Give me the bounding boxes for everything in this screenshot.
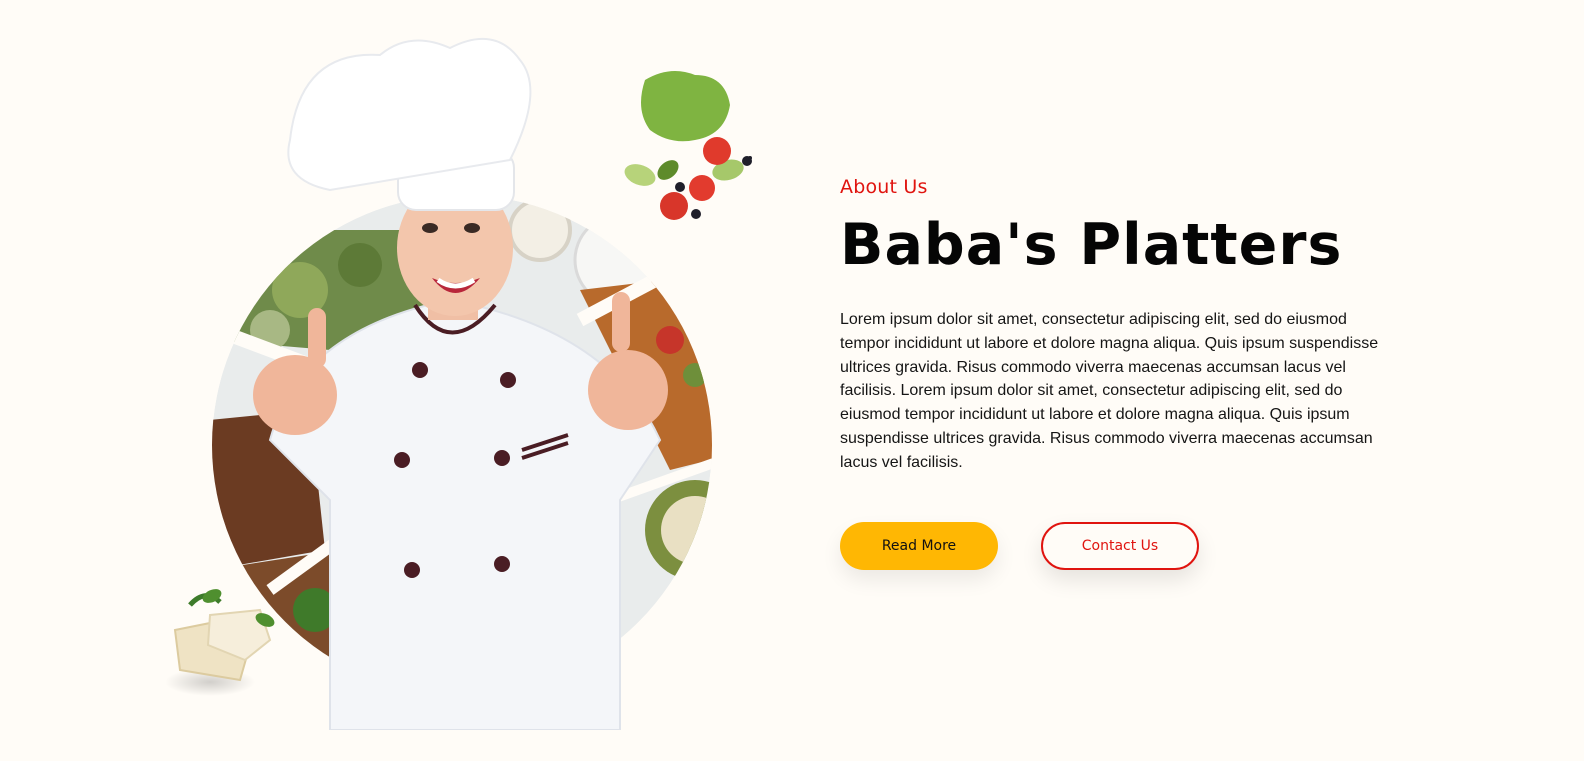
contact-us-label: Contact Us [1081,538,1159,554]
read-more-label: Read More [881,538,957,554]
hero-visual [150,30,790,730]
contact-us-button[interactable]: Contact Us [1041,522,1199,570]
about-content: About Us Baba's Platters Lorem ipsum dol… [840,176,1400,570]
read-more-button[interactable]: Read More [840,522,998,570]
section-title: Baba's Platters [840,212,1343,278]
tofu-decoration [165,589,275,696]
salad-decoration [624,71,752,220]
about-section: About Us Baba's Platters Lorem ipsum dol… [0,0,1584,761]
section-eyebrow: About Us [840,176,928,198]
action-buttons: Read More Contact Us [840,522,1199,570]
about-description: Lorem ipsum dolor sit amet, consectetur … [840,311,1379,471]
chef-food-illustration [165,37,752,730]
